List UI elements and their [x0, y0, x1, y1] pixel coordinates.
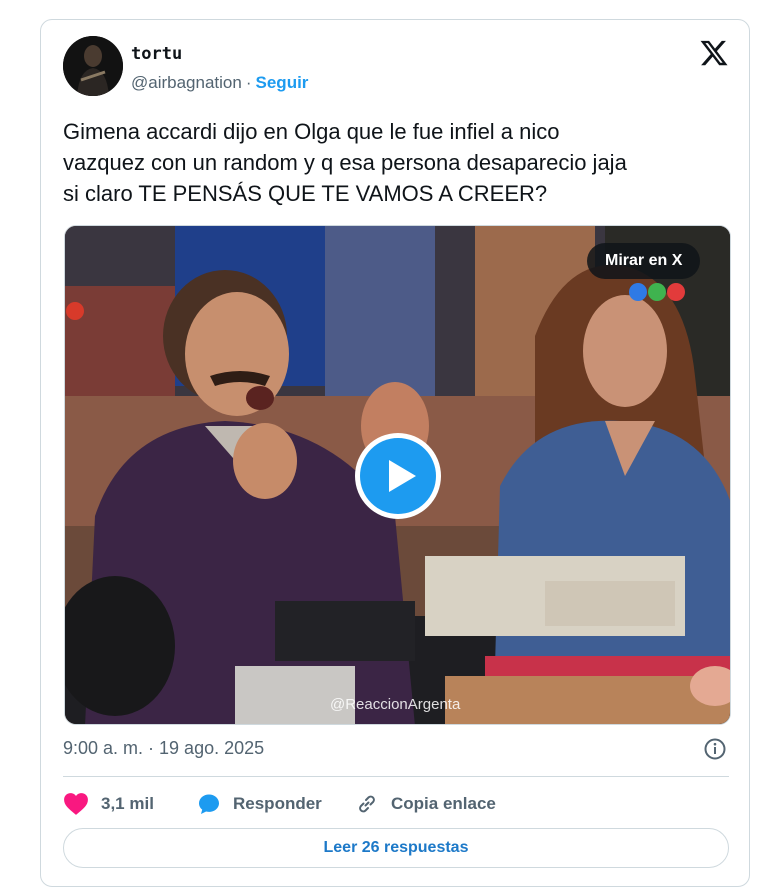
tweet-timestamp[interactable]: 9:00 a. m. · 19 ago. 2025 [63, 738, 264, 759]
watch-on-x-button[interactable]: Mirar en X [587, 243, 701, 279]
author-display-name[interactable]: tortu [131, 44, 182, 64]
copy-link-button[interactable]: Copia enlace [355, 790, 496, 818]
read-replies-button[interactable]: Leer 26 respuestas [63, 828, 729, 868]
like-count: 3,1 mil [101, 794, 154, 813]
reply-label: Responder [233, 794, 322, 813]
video-player[interactable]: Mirar en X @ReaccionArgenta [64, 225, 731, 725]
author-handle[interactable]: @airbagnation [131, 73, 242, 92]
play-icon [360, 438, 436, 514]
video-watermark: @ReaccionArgenta [330, 696, 461, 713]
author-handle-line: @airbagnation · Seguir [131, 73, 308, 93]
avatar[interactable] [63, 36, 123, 96]
reply-button[interactable]: Responder [197, 790, 322, 818]
follow-link[interactable]: Seguir [256, 73, 309, 92]
embedded-tweet-card: tortu @airbagnation · Seguir Gimena accard… [40, 19, 750, 887]
tweet-text: Gimena accardi dijo en Olga que le fue i… [63, 119, 627, 206]
like-button[interactable]: 3,1 mil [63, 790, 154, 818]
x-logo-icon[interactable] [699, 38, 729, 68]
separator-dot: · [245, 73, 252, 92]
reply-bubble-icon [199, 794, 219, 814]
link-icon [359, 795, 375, 813]
divider [63, 776, 729, 777]
info-icon[interactable] [703, 737, 727, 761]
play-button[interactable] [355, 433, 441, 519]
heart-icon [64, 793, 88, 815]
copy-link-label: Copia enlace [391, 794, 496, 813]
